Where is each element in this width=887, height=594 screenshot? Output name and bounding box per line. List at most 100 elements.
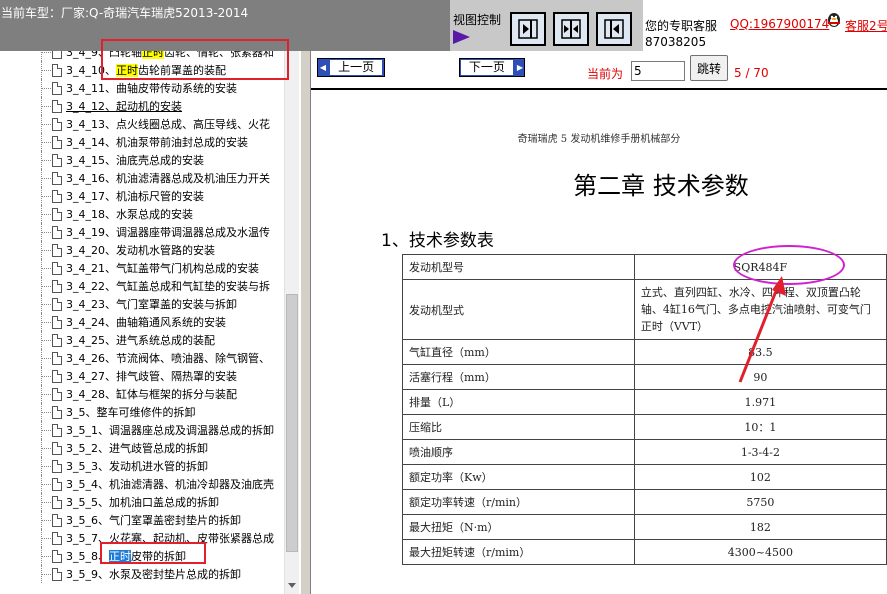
tree-item[interactable]: 3_4_16、机油滤清器总成及机油压力开关	[41, 169, 270, 187]
tree-item[interactable]: 3_4_17、机油标尺管的安装	[41, 187, 204, 205]
document-icon	[52, 207, 62, 221]
document-icon	[52, 531, 62, 545]
tree-item[interactable]: 3_4_13、点火线圈总成、高压导线、火花	[41, 115, 270, 133]
document-icon	[52, 315, 62, 329]
tree-connector	[41, 295, 51, 313]
tree-scrollbar[interactable]	[284, 51, 299, 594]
tree-item-label: 3_4_12、起动机的安装	[66, 100, 182, 113]
tree-connector	[41, 493, 51, 511]
tree-item[interactable]: 3_4_24、曲轴箱通风系统的安装	[41, 313, 226, 331]
current-car-label: 当前车型：厂家:Q-奇瑞汽车瑞虎52013-2014	[0, 0, 450, 26]
view-collapse-right-button[interactable]	[596, 12, 632, 46]
tree-item[interactable]: 3_4_14、机油泵带前油封总成的安装	[41, 133, 248, 151]
tree-item[interactable]: 3_5_6、气门室罩盖密封垫片的拆卸	[41, 511, 241, 529]
tree-item-label: 3_4_26、节流阀体、喷油器、除气钢管、	[66, 352, 270, 365]
tree-item[interactable]: 3_4_25、进气系统总成的装配	[41, 331, 215, 349]
tree-item[interactable]: 3_4_18、水泵总成的安装	[41, 205, 193, 223]
tree-connector	[41, 421, 51, 439]
tree-item[interactable]: 3_4_21、气缸盖带气门机构总成的安装	[41, 259, 259, 277]
current-page-label: 当前为	[587, 67, 624, 81]
panel-split-icon	[561, 19, 581, 39]
document-header: 奇瑞瑞虎 5 发动机维修手册机械部分	[517, 134, 681, 145]
view-split-button[interactable]	[553, 12, 589, 46]
tree-item[interactable]: 3_5_5、加机油口盖总成的拆卸	[41, 493, 219, 511]
document-icon	[52, 243, 62, 257]
tree-item-label: 3_4_18、水泵总成的安装	[66, 208, 193, 221]
tree-item[interactable]: 3_4_11、曲轴皮带传动系统的安装	[41, 79, 237, 97]
scroll-down-icon[interactable]	[288, 583, 296, 588]
tree-item[interactable]: 3_4_27、排气歧管、隔热罩的安装	[41, 367, 237, 385]
tree-item[interactable]: 3_5、整车可维修件的拆卸	[41, 403, 196, 421]
jump-button[interactable]: 跳转	[690, 55, 728, 81]
tree-connector	[41, 187, 51, 205]
tree-item-label: 3_5_5、加机油口盖总成的拆卸	[66, 496, 219, 509]
tree-item[interactable]: 3_4_19、调温器座带调温器总成及水温传	[41, 223, 270, 241]
tree-connector	[41, 223, 51, 241]
tree-item[interactable]: 3_4_12、起动机的安装	[41, 97, 182, 115]
document-viewer: 奇瑞瑞虎 5 发动机维修手册机械部分 第二章 技术参数 1、技术参数表 发动机型…	[311, 88, 887, 594]
tree-item[interactable]: 3_4_28、缸体与框架的拆分与装配	[41, 385, 237, 403]
tree-item[interactable]: 3_5_2、进气歧管总成的拆卸	[41, 439, 208, 457]
spec-row: 额定功率（Kw） 102	[402, 464, 887, 490]
document-icon	[52, 333, 62, 347]
document-icon	[52, 279, 62, 293]
document-icon	[52, 261, 62, 275]
document-icon	[52, 135, 62, 149]
document-icon	[52, 369, 62, 383]
tree-item-label: 3_4_28、缸体与框架的拆分与装配	[66, 388, 237, 401]
document-icon	[52, 387, 62, 401]
tree-item[interactable]: 3_4_22、气缸盖总成和气缸垫的安装与拆	[41, 277, 270, 295]
left-arrow-icon: ◀	[319, 63, 327, 72]
prev-page-button[interactable]: ◀ 上一页	[317, 58, 385, 77]
document-icon	[52, 423, 62, 437]
tree-connector	[41, 439, 51, 457]
red-highlight-box	[100, 542, 206, 564]
spec-key: 发动机型式	[402, 279, 635, 340]
tree-item[interactable]: 3_4_15、油底壳总成的安装	[41, 151, 204, 169]
spec-key: 最大扭矩转速（r/mim）	[402, 539, 635, 565]
tree-connector	[41, 457, 51, 475]
spec-row: 排量（L） 1.971	[402, 389, 887, 415]
service-alias-link[interactable]: 客服2号	[845, 17, 887, 34]
document-icon	[52, 63, 62, 77]
spec-key: 活塞行程（mm）	[402, 364, 635, 390]
spec-table: 发动机型号 SQR484F 发动机型式 立式、直列四缸、水冷、四冲程、双顶置凸轮轴、4…	[402, 254, 887, 565]
tree-connector	[41, 403, 51, 421]
spec-key: 额定功率转速（r/min）	[402, 489, 635, 515]
tree-item-label: 3_5_9、水泵及密封垫片总成的拆卸	[66, 568, 241, 581]
tree-connector	[41, 475, 51, 493]
tree-connector	[41, 259, 51, 277]
tree-item[interactable]: 3_5_9、水泵及密封垫片总成的拆卸	[41, 565, 241, 583]
pane-divider[interactable]	[300, 51, 311, 594]
tree-item-label: 3_4_20、发动机水管路的安装	[66, 244, 215, 257]
chapter-title: 第二章 技术参数	[573, 172, 749, 200]
service-panel: 您的专职客服 QQ:1967900174 客服2号 87038205	[643, 0, 887, 51]
tree-item-label: 3_4_16、机油滤清器总成及机油压力开关	[66, 172, 270, 185]
tree-item[interactable]: 3_5_4、机油滤清器、机油冷却器及油底壳	[41, 475, 274, 493]
tree-item[interactable]: 3_5_3、发动机进水管的拆卸	[41, 457, 208, 475]
tree-connector	[41, 115, 51, 133]
tree-item-label: 3_5_2、进气歧管总成的拆卸	[66, 442, 208, 455]
tree-connector	[41, 565, 51, 583]
document-icon	[52, 441, 62, 455]
service-qq-link[interactable]: QQ:1967900174	[730, 17, 829, 31]
tree-scrollbar-thumb[interactable]	[286, 294, 298, 552]
tree-connector	[41, 511, 51, 529]
spec-value: 1-3-4-2	[633, 439, 887, 465]
spec-row: 发动机型式 立式、直列四缸、水冷、四冲程、双顶置凸轮轴、4缸16气门、多点电控汽油…	[402, 279, 887, 340]
tree-connector	[41, 51, 51, 61]
spec-value: 182	[633, 514, 887, 540]
tree-item[interactable]: 3_4_26、节流阀体、喷油器、除气钢管、	[41, 349, 270, 367]
tree-item-label: 3_4_11、曲轴皮带传动系统的安装	[66, 82, 237, 95]
next-page-button[interactable]: 下一页 ▶	[459, 58, 525, 77]
tree-item[interactable]: 3_5_1、调温器座总成及调温器总成的拆卸	[41, 421, 274, 439]
page-number-input[interactable]	[631, 61, 685, 81]
qq-penguin-icon[interactable]	[825, 10, 843, 28]
view-collapse-left-button[interactable]	[510, 12, 546, 46]
spec-key: 喷油顺序	[402, 439, 635, 465]
tree-connector	[41, 331, 51, 349]
tree-item[interactable]: 3_4_20、发动机水管路的安装	[41, 241, 215, 259]
prev-page-label: 上一页	[330, 60, 383, 75]
tree-item-label: 3_5、整车可维修件的拆卸	[66, 406, 196, 419]
tree-item[interactable]: 3_4_23、气门室罩盖的安装与拆卸	[41, 295, 237, 313]
